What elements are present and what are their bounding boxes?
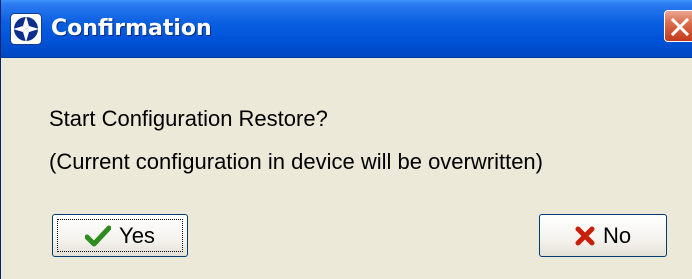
overwrite-warning: (Current configuration in device will be… (49, 149, 543, 174)
no-button[interactable]: No (539, 214, 667, 257)
no-label: No (602, 222, 632, 248)
confirmation-message: Start Configuration Restore? (49, 106, 328, 131)
title-bar[interactable]: Confirmation (1, 0, 692, 58)
close-button[interactable] (664, 10, 692, 42)
yes-label: Yes (119, 222, 155, 248)
yes-button[interactable]: Yes (52, 214, 188, 257)
crosshair-compass-icon (10, 13, 42, 45)
checkmark-icon (85, 225, 112, 247)
confirmation-dialog: Confirmation Start Configuration Restore… (0, 0, 692, 279)
x-cross-icon (575, 226, 595, 246)
window-title: Confirmation (51, 16, 212, 41)
